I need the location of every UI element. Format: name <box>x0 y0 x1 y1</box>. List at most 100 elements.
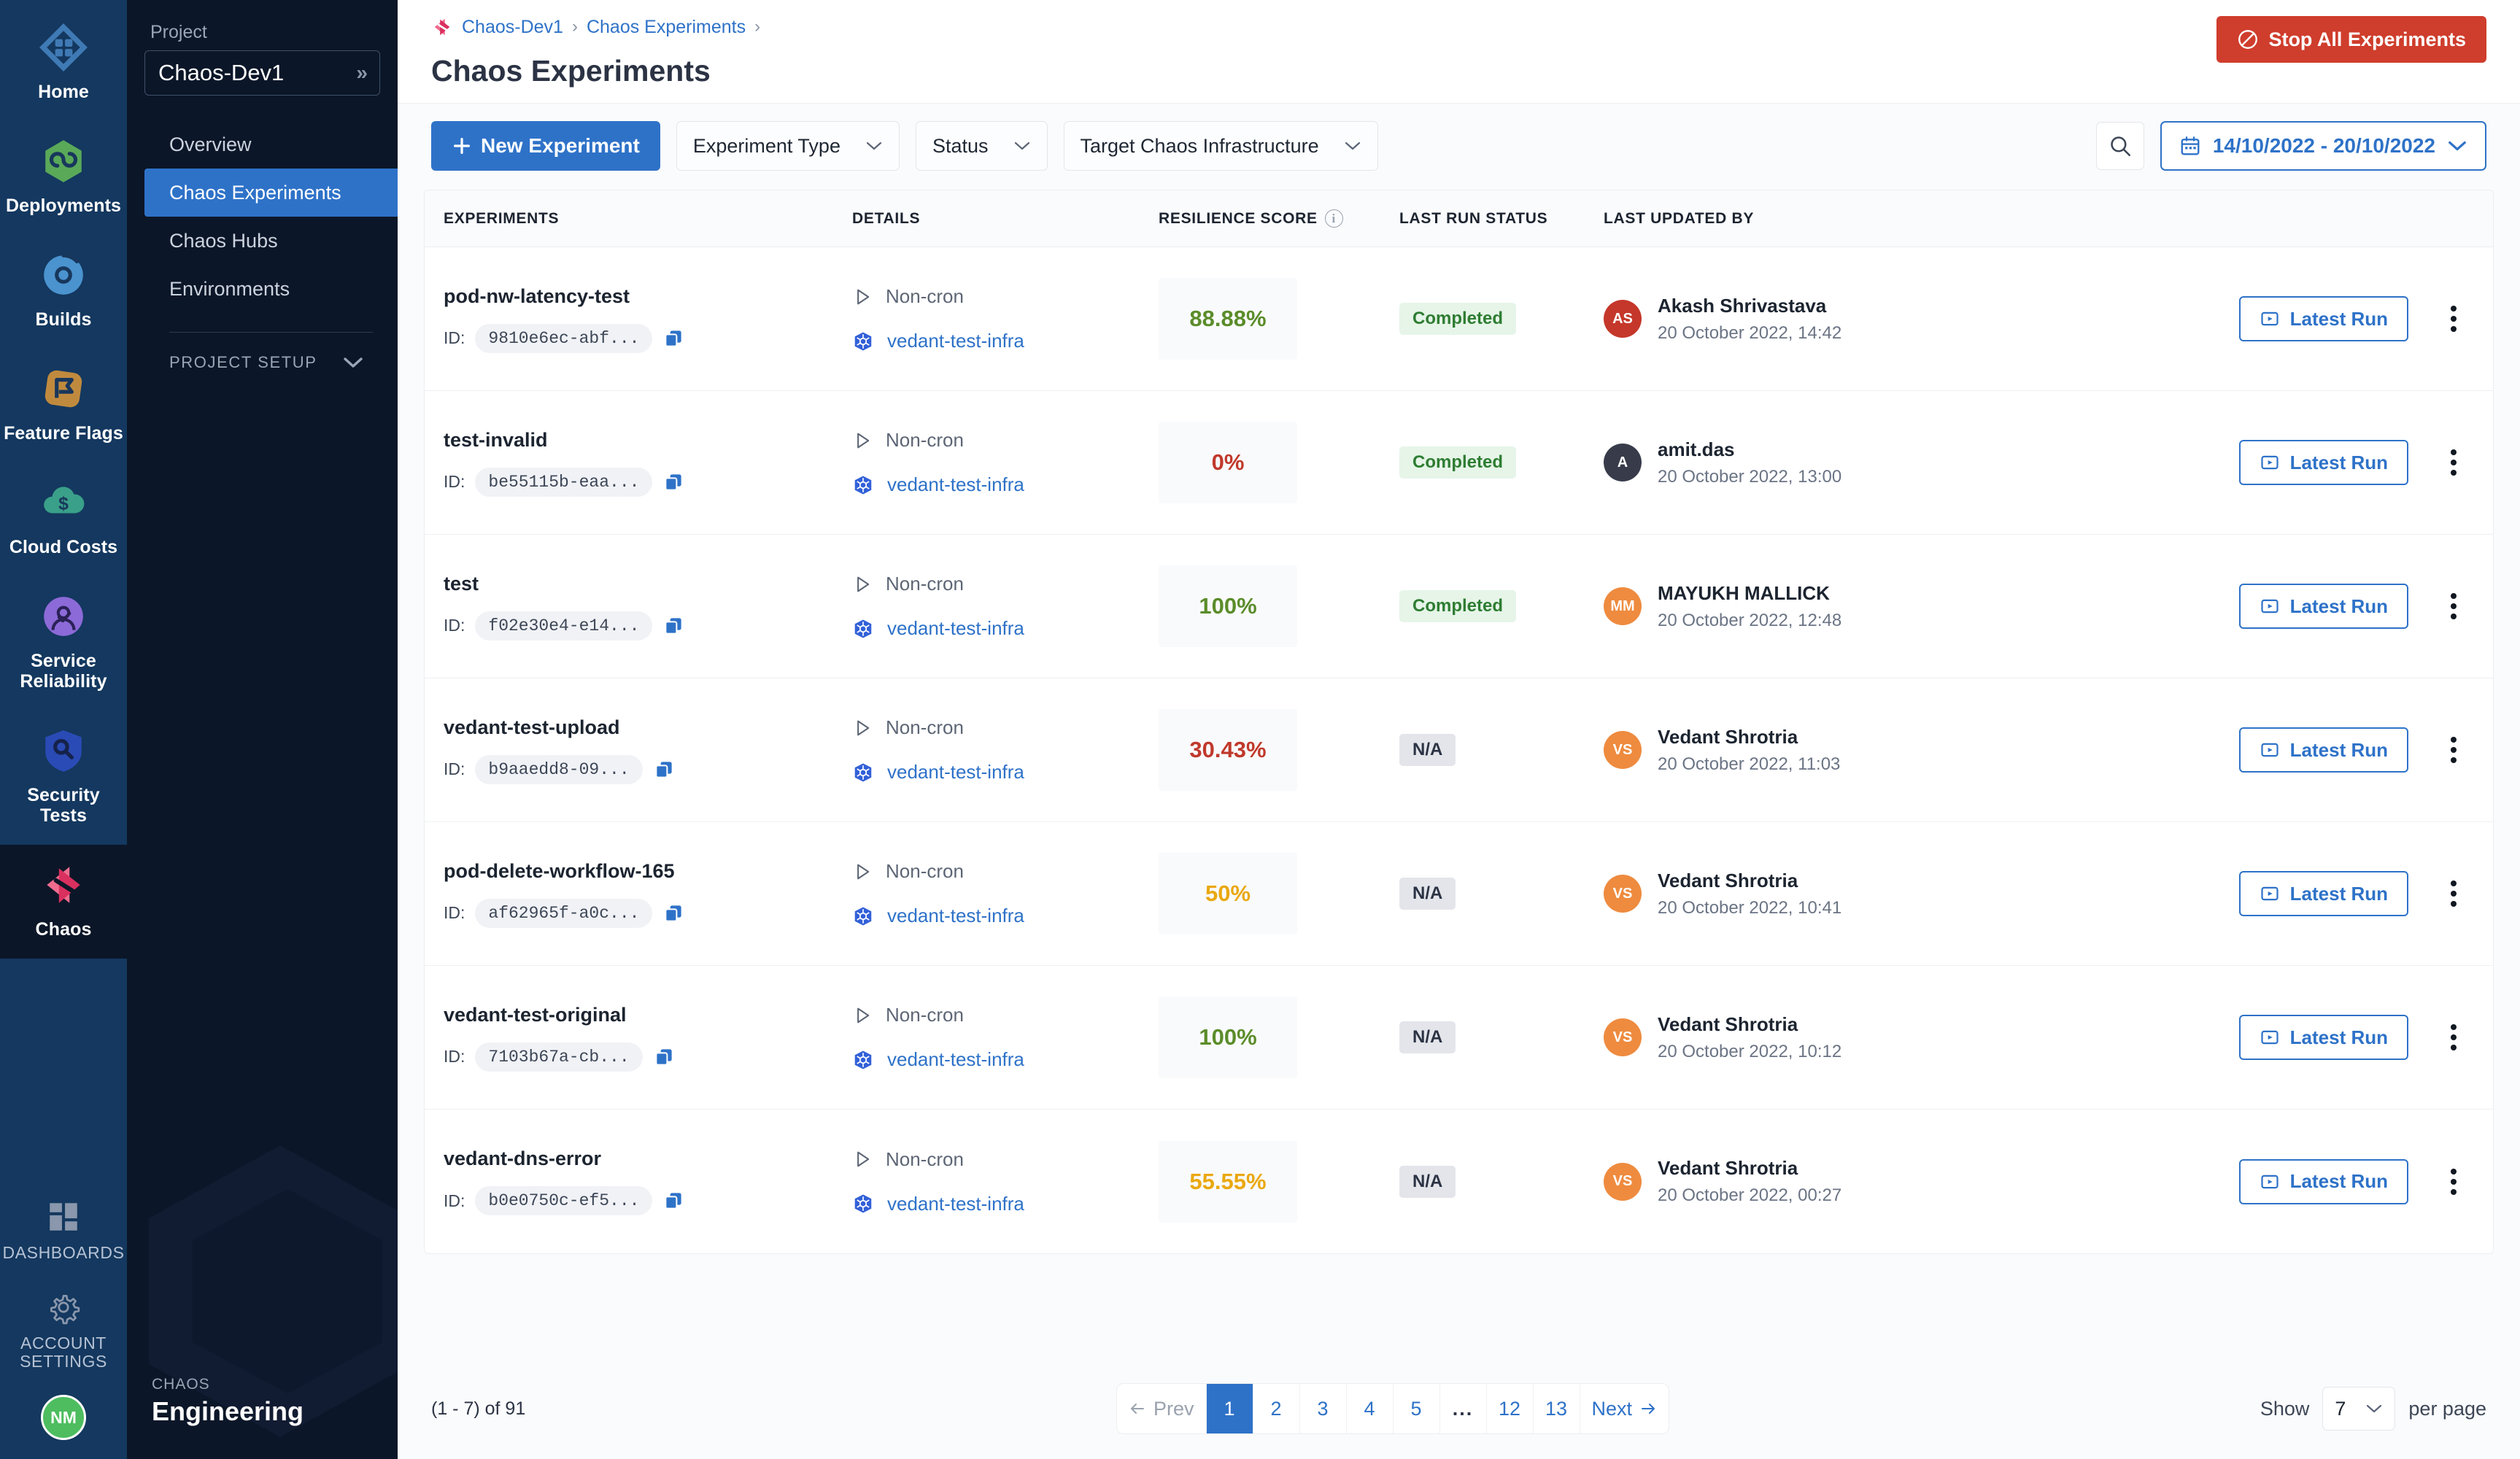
filter-target-chaos-infrastructure[interactable]: Target Chaos Infrastructure <box>1063 121 1378 171</box>
rail-item-chaos[interactable]: Chaos <box>0 845 127 959</box>
row-menu-button[interactable] <box>2440 873 2467 914</box>
latest-run-button[interactable]: Latest Run <box>2238 871 2408 916</box>
latest-run-button[interactable]: Latest Run <box>2238 1158 2408 1204</box>
row-menu-button[interactable] <box>2440 1161 2467 1202</box>
breadcrumb-link-experiments[interactable]: Chaos Experiments <box>587 17 746 38</box>
play-outline-icon <box>857 1007 870 1023</box>
rail-item-service-reliability[interactable]: Service Reliability <box>0 576 127 711</box>
cell-actions: Latest Run <box>2071 871 2474 916</box>
filter-experiment-type[interactable]: Experiment Type <box>676 121 900 171</box>
infrastructure-link[interactable]: vedant-test-infra <box>887 330 1024 352</box>
filter-status[interactable]: Status <box>915 121 1048 171</box>
pagination-next[interactable]: Next <box>1580 1384 1669 1433</box>
cell-experiment: vedant-test-original ID: 7103b67a-cb... <box>444 1004 852 1072</box>
status-badge: N/A <box>1399 1021 1456 1053</box>
infrastructure-link[interactable]: vedant-test-infra <box>887 1048 1024 1071</box>
new-experiment-button[interactable]: New Experiment <box>431 121 660 171</box>
pagination-page-12[interactable]: 12 <box>1487 1384 1534 1433</box>
infrastructure-link[interactable]: vedant-test-infra <box>887 761 1024 783</box>
copy-icon[interactable] <box>662 1190 684 1212</box>
pagination-page-1[interactable]: 1 <box>1206 1384 1253 1433</box>
sidebar-item-chaos-experiments[interactable]: Chaos Experiments <box>144 169 398 217</box>
latest-run-button[interactable]: Latest Run <box>2238 727 2408 773</box>
status-badge: Completed <box>1399 303 1517 335</box>
infrastructure-link[interactable]: vedant-test-infra <box>887 1193 1024 1215</box>
schedule-type: Non-cron <box>886 716 964 738</box>
pagination-page-3[interactable]: 3 <box>1300 1384 1347 1433</box>
row-menu-button[interactable] <box>2440 730 2467 770</box>
date-range-picker[interactable]: 14/10/2022 - 20/10/2022 <box>2160 121 2486 171</box>
updater-info: MAYUKH MALLICK 20 October 2022, 12:48 <box>1658 582 1841 631</box>
pagination-page-2[interactable]: 2 <box>1253 1384 1300 1433</box>
copy-icon[interactable] <box>662 902 684 924</box>
row-menu-button[interactable] <box>2440 442 2467 483</box>
kubernetes-icon <box>854 1050 872 1069</box>
project-panel: Project Chaos-Dev1 » Overview Chaos Expe… <box>127 0 398 1459</box>
cell-last-run-status: N/A <box>1399 734 1604 766</box>
rail-item-account-settings[interactable]: ACCOUNT SETTINGS <box>0 1276 127 1385</box>
pagination-page-4[interactable]: 4 <box>1347 1384 1394 1433</box>
table-row[interactable]: pod-delete-workflow-165 ID: af62965f-a0c… <box>425 822 2493 966</box>
cloud-costs-icon: $ <box>44 487 85 514</box>
breadcrumb-link-project[interactable]: Chaos-Dev1 <box>462 17 563 38</box>
pagination-prev[interactable]: Prev <box>1117 1384 1207 1433</box>
rail-item-builds[interactable]: Builds <box>0 235 127 349</box>
rail-item-dashboards[interactable]: DASHBOARDS <box>0 1185 127 1276</box>
row-menu-button[interactable] <box>2440 1017 2467 1058</box>
breadcrumb: Chaos-Dev1 › Chaos Experiments › <box>431 16 760 38</box>
row-menu-button[interactable] <box>2440 586 2467 627</box>
avatar[interactable]: NM <box>41 1395 86 1440</box>
sidebar-item-chaos-hubs[interactable]: Chaos Hubs <box>144 217 398 265</box>
latest-run-button[interactable]: Latest Run <box>2238 440 2408 485</box>
latest-run-label: Latest Run <box>2289 1170 2388 1192</box>
copy-icon[interactable] <box>653 759 675 781</box>
copy-icon[interactable] <box>662 471 684 493</box>
rail-item-label: Builds <box>35 309 92 330</box>
infrastructure-link[interactable]: vedant-test-infra <box>887 905 1024 927</box>
sidebar-item-environments[interactable]: Environments <box>144 265 398 313</box>
project-nav: Overview Chaos Experiments Chaos Hubs En… <box>144 120 398 313</box>
copy-icon[interactable] <box>662 615 684 637</box>
table-row[interactable]: pod-nw-latency-test ID: 9810e6ec-abf... <box>425 247 2493 391</box>
cell-actions: Latest Run <box>2071 727 2474 773</box>
detail-infrastructure: vedant-test-infra <box>852 905 1159 927</box>
copy-icon[interactable] <box>653 1046 675 1068</box>
sidebar-item-overview[interactable]: Overview <box>144 120 398 169</box>
table-row[interactable]: vedant-test-upload ID: b9aaedd8-09... No… <box>425 678 2493 822</box>
updater-name: Vedant Shrotria <box>1658 725 1798 748</box>
latest-run-button[interactable]: Latest Run <box>2238 584 2408 629</box>
table-row[interactable]: test ID: f02e30e4-e14... Non-cron vedant… <box>425 535 2493 678</box>
search-button[interactable] <box>2095 122 2144 170</box>
latest-run-icon <box>2261 311 2279 326</box>
rail-item-security-tests[interactable]: Security Tests <box>0 711 127 845</box>
cell-details: Non-cron vedant-test-infra <box>852 1148 1159 1215</box>
cell-details: Non-cron vedant-test-infra <box>852 1004 1159 1071</box>
cell-experiment: vedant-test-upload ID: b9aaedd8-09... <box>444 716 852 784</box>
table-row[interactable]: test-invalid ID: be55115b-eaa... Non-cro… <box>425 391 2493 535</box>
pagination-page-13[interactable]: 13 <box>1534 1384 1580 1433</box>
infrastructure-link[interactable]: vedant-test-infra <box>887 473 1024 496</box>
row-menu-button[interactable] <box>2440 298 2467 339</box>
rail-item-feature-flags[interactable]: Feature Flags <box>0 349 127 463</box>
latest-run-button[interactable]: Latest Run <box>2238 296 2408 341</box>
rail-item-label: Cloud Costs <box>9 537 118 557</box>
info-icon[interactable]: i <box>1324 209 1343 228</box>
stop-all-experiments-button[interactable]: Stop All Experiments <box>2216 16 2486 63</box>
per-page-select[interactable]: 7 <box>2322 1387 2396 1431</box>
table-row[interactable]: vedant-test-original ID: 7103b67a-cb... <box>425 966 2493 1110</box>
rail-item-cloud-costs[interactable]: $ Cloud Costs <box>0 463 127 576</box>
experiment-id-row: ID: 9810e6ec-abf... <box>444 323 852 353</box>
infrastructure-link[interactable]: vedant-test-infra <box>887 617 1024 640</box>
updated-timestamp: 20 October 2022, 11:03 <box>1658 754 1841 774</box>
experiment-id: be55115b-eaa... <box>475 467 653 497</box>
table-footer: (1 - 7) of 91 Prev 1 2 3 4 5 ... 12 13 N… <box>398 1361 2520 1459</box>
project-selector[interactable]: Chaos-Dev1 » <box>144 50 380 96</box>
table-header-row: EXPERIMENTS DETAILS RESILIENCE SCORE i L… <box>425 190 2493 247</box>
project-setup-toggle[interactable]: PROJECT SETUP <box>144 353 380 372</box>
table-row[interactable]: vedant-dns-error ID: b0e0750c-ef5... Non… <box>425 1110 2493 1253</box>
copy-icon[interactable] <box>662 328 684 349</box>
rail-item-home[interactable]: Home <box>0 7 127 121</box>
pagination-page-5[interactable]: 5 <box>1394 1384 1440 1433</box>
latest-run-button[interactable]: Latest Run <box>2238 1015 2408 1060</box>
rail-item-deployments[interactable]: Deployments <box>0 121 127 235</box>
